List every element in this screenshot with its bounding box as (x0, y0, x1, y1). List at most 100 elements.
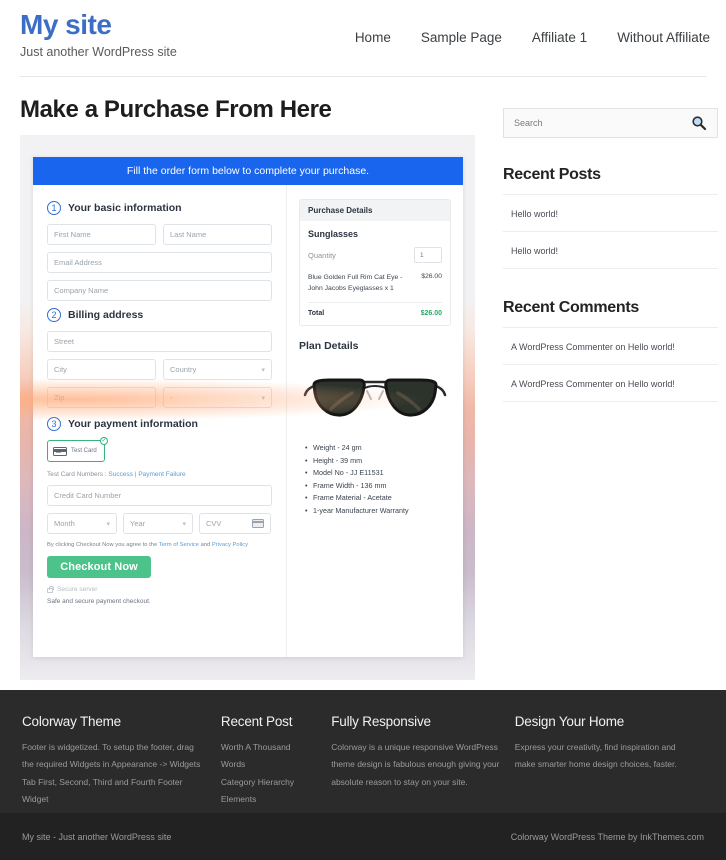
state-select[interactable]: - ▾ (163, 387, 272, 408)
primary-navigation: Home Sample Page Affiliate 1 Without Aff… (355, 30, 710, 45)
plan-spec-item: Model No - JJ E11531 (305, 467, 451, 480)
step-1-number: 1 (47, 201, 61, 215)
credit-card-icon (53, 447, 67, 456)
recent-comments-title: Recent Comments (503, 299, 718, 327)
footer-column-fully-responsive: Fully Responsive Colorway is a unique re… (331, 714, 515, 809)
email-input[interactable]: Email Address (47, 252, 272, 273)
company-input[interactable]: Company Name (47, 280, 272, 301)
credit-card-number-input[interactable]: Credit Card Number (47, 485, 272, 506)
list-item[interactable]: A WordPress Commenter on Hello world! (503, 364, 718, 402)
step-1-heading: 1 Your basic information (47, 201, 272, 215)
footer-columns: Colorway Theme Footer is widgetized. To … (0, 690, 726, 809)
expiry-year-value: Year (130, 519, 145, 528)
quantity-row: Quantity 1 (308, 247, 442, 263)
city-input[interactable]: City (47, 359, 156, 380)
site-branding[interactable]: My site Just another WordPress site (20, 10, 177, 59)
step-2-label: Billing address (68, 309, 143, 321)
privacy-policy-link[interactable]: Privacy Policy (212, 542, 248, 548)
total-value: $26.00 (421, 310, 442, 317)
nav-item-home[interactable]: Home (355, 30, 391, 45)
footer-column-title: Colorway Theme (22, 714, 207, 729)
chevron-down-icon: ▾ (261, 394, 265, 402)
test-card-option[interactable]: Test Card ✓ (47, 440, 105, 462)
line-item-name: Blue Golden Full Rim Cat Eye - John Jaco… (308, 273, 415, 294)
header-divider (20, 76, 706, 77)
nav-item-without-affiliate[interactable]: Without Affiliate (617, 30, 710, 45)
page-root: My site Just another WordPress site Home… (0, 0, 726, 860)
expiry-year-select[interactable]: Year ▾ (123, 513, 193, 534)
total-row: Total $26.00 (308, 303, 442, 317)
expiry-cvv-row: Month ▾ Year ▾ CVV (47, 513, 272, 534)
test-card-failure-link[interactable]: Payment Failure (138, 471, 185, 478)
zip-input[interactable]: Zip (47, 387, 156, 408)
search-widget[interactable]: Search (503, 108, 718, 138)
order-form-card: Fill the order form below to complete yo… (33, 157, 463, 657)
purchase-details-heading: Purchase Details (300, 200, 450, 221)
list-item[interactable]: A WordPress Commenter on Hello world! (503, 327, 718, 364)
country-select[interactable]: Country ▾ (163, 359, 272, 380)
line-item-row: Blue Golden Full Rim Cat Eye - John Jaco… (308, 273, 442, 303)
first-name-input[interactable]: First Name (47, 224, 156, 245)
checkout-now-button[interactable]: Checkout Now (47, 556, 151, 578)
test-card-success-link[interactable]: Success (108, 471, 133, 478)
nav-item-affiliate-1[interactable]: Affiliate 1 (532, 30, 587, 45)
list-item[interactable]: Elements (221, 791, 317, 808)
terms-of-service-link[interactable]: Term of Service (159, 542, 199, 548)
street-input[interactable]: Street (47, 331, 272, 352)
footer-column-title: Design Your Home (515, 714, 690, 729)
line-item-price: $26.00 (421, 273, 442, 294)
expiry-month-value: Month (54, 519, 75, 528)
check-circle-icon: ✓ (100, 437, 108, 445)
sunglasses-image (299, 360, 451, 430)
search-input[interactable]: Search (514, 118, 543, 128)
nav-item-sample-page[interactable]: Sample Page (421, 30, 502, 45)
plan-spec-item: Height - 39 mm (305, 455, 451, 468)
plan-spec-item: Frame Width - 136 mm (305, 480, 451, 493)
last-name-input[interactable]: Last Name (163, 224, 272, 245)
step-3-label: Your payment information (68, 418, 198, 430)
plan-spec-list: Weight - 24 gm Height - 39 mm Model No -… (299, 442, 451, 518)
plan-spec-item: Frame Material - Acetate (305, 492, 451, 505)
site-title[interactable]: My site (20, 10, 177, 41)
country-select-value: Country (170, 365, 196, 374)
recent-posts-list: Hello world! Hello world! (503, 194, 718, 269)
name-row: First Name Last Name (47, 224, 272, 252)
secure-server-row: Secure server (47, 586, 272, 593)
footer-credit-right[interactable]: Colorway WordPress Theme by InkThemes.co… (511, 832, 704, 842)
cvv-input[interactable]: CVV (199, 513, 271, 534)
recent-comment-link[interactable]: A WordPress Commenter on Hello world! (511, 342, 675, 352)
cvv-placeholder: CVV (206, 519, 221, 528)
cvv-card-icon (252, 519, 264, 528)
recent-comment-link[interactable]: A WordPress Commenter on Hello world! (511, 379, 675, 389)
site-footer: Colorway Theme Footer is widgetized. To … (0, 690, 726, 813)
zip-state-row: Zip - ▾ (47, 387, 272, 415)
site-tagline: Just another WordPress site (20, 45, 177, 59)
chevron-down-icon: ▾ (261, 366, 265, 374)
form-body: 1 Your basic information First Name Last… (33, 185, 463, 657)
recent-posts-title: Recent Posts (503, 166, 718, 194)
quantity-label: Quantity (308, 251, 336, 260)
form-right-column: Purchase Details Sunglasses Quantity 1 B… (287, 185, 463, 657)
quantity-input[interactable]: 1 (414, 247, 442, 263)
step-3-number: 3 (47, 417, 61, 431)
search-icon[interactable] (691, 115, 707, 131)
plan-spec-item: Weight - 24 gm (305, 442, 451, 455)
footer-column-title: Recent Post (221, 714, 317, 729)
test-card-label: Test Card (71, 448, 97, 454)
recent-comments-list: A WordPress Commenter on Hello world! A … (503, 327, 718, 402)
sidebar: Search Recent Posts Hello world! Hello w… (503, 108, 718, 402)
footer-bottom-bar: My site - Just another WordPress site Co… (0, 813, 726, 860)
recent-post-link[interactable]: Hello world! (511, 209, 558, 219)
footer-column-text: Express your creativity, find inspiratio… (515, 739, 690, 774)
list-item[interactable]: Hello world! (503, 231, 718, 269)
list-item[interactable]: Worth A Thousand Words (221, 739, 317, 774)
recent-post-link[interactable]: Hello world! (511, 246, 558, 256)
form-banner: Fill the order form below to complete yo… (33, 157, 463, 185)
expiry-month-select[interactable]: Month ▾ (47, 513, 117, 534)
list-item[interactable]: Category Hierarchy (221, 774, 317, 791)
list-item[interactable]: Hello world! (503, 194, 718, 231)
footer-column-text: Colorway is a unique responsive WordPres… (331, 739, 501, 791)
step-1-label: Your basic information (68, 202, 182, 214)
purchase-details-body: Sunglasses Quantity 1 Blue Golden Full R… (300, 221, 450, 325)
footer-recent-post-list: Worth A Thousand Words Category Hierarch… (221, 739, 317, 809)
